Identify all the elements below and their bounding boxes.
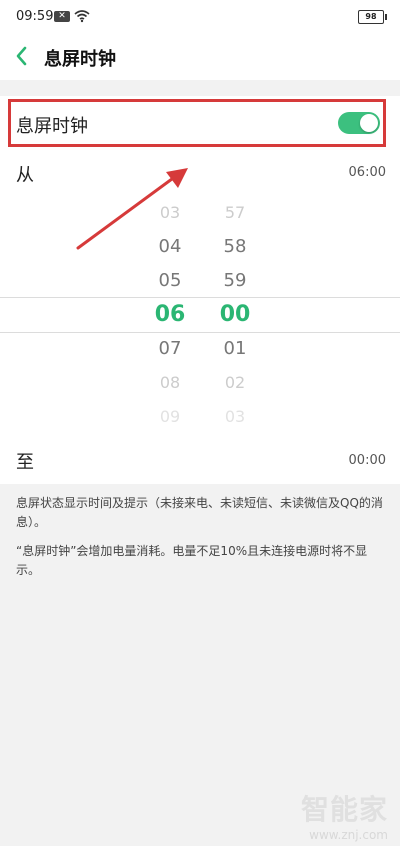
minute-option[interactable]: 03 — [210, 400, 260, 432]
picker-selection-line-bottom — [0, 332, 400, 333]
minute-option[interactable]: 02 — [210, 366, 260, 400]
switch-knob — [360, 114, 378, 132]
hour-option[interactable]: 09 — [145, 400, 195, 432]
hour-wheel[interactable]: 03 04 05 06 07 08 09 — [145, 196, 195, 432]
battery-icon: 98 — [358, 10, 387, 24]
hour-option[interactable]: 03 — [145, 196, 195, 230]
end-time-row[interactable]: 至 00:00 — [0, 438, 400, 484]
aod-clock-label: 息屏时钟 — [16, 116, 88, 137]
watermark: 智能家 www.znj.com — [301, 788, 388, 842]
minute-option[interactable]: 59 — [210, 264, 260, 298]
minute-option[interactable]: 57 — [210, 196, 260, 230]
start-time-label: 从 — [16, 165, 34, 186]
info-note-1: 息屏状态显示时间及提示（未接来电、未读短信、未读微信及QQ的消息）。 — [16, 496, 383, 529]
hour-option[interactable]: 05 — [145, 264, 195, 298]
start-time-row[interactable]: 从 06:00 — [0, 152, 400, 196]
info-note-2: “息屏时钟”会增加电量消耗。电量不足10%且未连接电源时将不显示。 — [16, 544, 368, 577]
hour-option-selected[interactable]: 06 — [145, 298, 195, 332]
wifi-icon — [74, 10, 90, 23]
hour-option[interactable]: 07 — [145, 332, 195, 366]
aod-clock-toggle-row[interactable]: 息屏时钟 — [0, 96, 400, 152]
status-bar: 09:59 ✕ 98 — [0, 0, 400, 34]
picker-selection-line-top — [0, 297, 400, 298]
watermark-logo: 智能家 — [300, 793, 388, 826]
aod-clock-switch[interactable] — [338, 112, 380, 134]
end-time-label: 至 — [16, 452, 34, 473]
start-time-section: 从 06:00 03 04 05 06 07 08 09 57 58 59 00… — [0, 152, 400, 438]
notification-icon: ✕ — [54, 11, 70, 22]
time-picker[interactable]: 03 04 05 06 07 08 09 57 58 59 00 01 02 0… — [0, 196, 400, 432]
start-time-value: 06:00 — [348, 165, 386, 180]
watermark-url: www.znj.com — [309, 828, 388, 842]
status-time: 09:59 — [16, 9, 54, 24]
end-time-value: 00:00 — [348, 453, 386, 468]
hour-option[interactable]: 08 — [145, 366, 195, 400]
minute-option-selected[interactable]: 00 — [210, 298, 260, 332]
hour-option[interactable]: 04 — [145, 230, 195, 264]
chevron-left-icon[interactable] — [12, 44, 32, 68]
page-header: 息屏时钟 — [0, 34, 400, 80]
minute-option[interactable]: 01 — [210, 332, 260, 366]
page-title: 息屏时钟 — [44, 49, 116, 70]
minute-option[interactable]: 58 — [210, 230, 260, 264]
minute-wheel[interactable]: 57 58 59 00 01 02 03 — [210, 196, 260, 432]
